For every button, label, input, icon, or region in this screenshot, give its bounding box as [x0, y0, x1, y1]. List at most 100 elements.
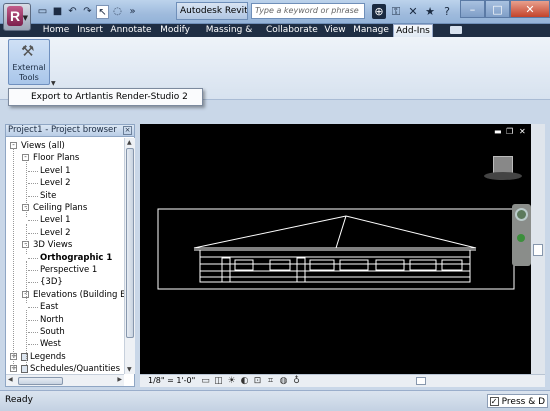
tree-item[interactable]: Legends	[30, 351, 66, 363]
tree-connector	[28, 270, 38, 271]
scroll-thumb[interactable]	[533, 244, 543, 256]
open-icon[interactable]: ▭	[36, 5, 49, 19]
tree-item[interactable]: Schedules/Quantities	[30, 363, 120, 374]
tab-add-ins[interactable]: Add-Ins	[393, 24, 433, 37]
scroll-up-icon[interactable]: ▲	[127, 139, 132, 146]
redo-icon[interactable]: ↷	[81, 5, 94, 19]
select-pointer-icon[interactable]: ↖	[96, 5, 109, 19]
favorites-icon[interactable]: ★	[423, 4, 437, 19]
sun-path-icon[interactable]: ☀	[226, 375, 237, 387]
detail-level-icon[interactable]: ▭	[200, 375, 211, 387]
tree-item[interactable]: Orthographic 1	[40, 252, 112, 264]
scroll-down-icon[interactable]: ▼	[127, 366, 132, 373]
chevron-down-icon: ▼	[22, 14, 28, 22]
steering-wheel-icon[interactable]	[515, 208, 528, 221]
ribbon-tab-bar: Home Insert Annotate Modify Massing & Si…	[0, 24, 550, 48]
tree-connector	[28, 282, 38, 284]
application-menu-button[interactable]: R ▼	[3, 3, 31, 31]
temporary-hide-icon[interactable]: ◍	[278, 375, 289, 387]
tree-item[interactable]: Level 1	[40, 165, 71, 177]
drawing-area[interactable]: ▬ ❐ ✕	[140, 124, 545, 374]
binoculars-icon[interactable]: ⊕	[372, 4, 386, 19]
communication-icon[interactable]: ✕	[406, 4, 420, 19]
minimize-button[interactable]: –	[460, 0, 485, 18]
visual-style-icon[interactable]: ◫	[213, 375, 224, 387]
tree-item[interactable]: Floor Plans	[33, 152, 79, 164]
tree-item[interactable]: Level 1	[40, 214, 71, 226]
scroll-left-icon[interactable]: ◀	[8, 376, 13, 383]
project-browser: Project1 - Project browser × - Views (all…	[5, 124, 135, 387]
more-icon[interactable]: »	[126, 5, 139, 19]
tab-view[interactable]: View	[322, 24, 348, 37]
drawing-vertical-scrollbar[interactable]	[531, 124, 545, 374]
tree-connector	[28, 332, 38, 333]
undo-icon[interactable]: ↶	[66, 5, 79, 19]
maximize-button[interactable]: □	[485, 0, 510, 18]
tree-connector	[28, 257, 38, 259]
tree-item[interactable]: Level 2	[40, 227, 71, 239]
view-scale[interactable]: 1/8" = 1'-0"	[148, 375, 195, 387]
tree-toggle-icon[interactable]: -	[22, 154, 29, 162]
tab-insert[interactable]: Insert	[74, 24, 106, 37]
tab-massing-site[interactable]: Massing & Site	[196, 24, 262, 48]
tab-annotate[interactable]: Annotate	[109, 24, 153, 37]
tree-item[interactable]: East	[40, 301, 58, 313]
crop-view-icon[interactable]: ⊡	[252, 375, 263, 387]
window-controls: – □ ✕	[460, 0, 550, 18]
zoom-icon[interactable]	[517, 234, 525, 242]
tree-connector	[28, 170, 38, 172]
tree-item[interactable]: Ceiling Plans	[33, 202, 87, 214]
reveal-hidden-icon[interactable]: ♁	[291, 375, 302, 387]
chevron-down-icon: ▼	[51, 80, 56, 87]
horizontal-scroll-thumb[interactable]	[416, 377, 426, 385]
tree-item[interactable]: South	[40, 326, 65, 338]
tree-connector	[28, 344, 38, 346]
tools-icon: ⚒	[21, 42, 35, 60]
search-input[interactable]: Type a keyword or phrase	[251, 3, 365, 19]
tree-connector	[28, 307, 38, 309]
tab-home[interactable]: Home	[40, 24, 72, 37]
viewcube-icon[interactable]	[484, 156, 522, 180]
revit-logo-icon: R	[7, 6, 23, 26]
tree-item[interactable]: Perspective 1	[40, 264, 97, 276]
close-button[interactable]: ✕	[510, 0, 550, 18]
tree-item[interactable]: Site	[40, 190, 56, 202]
measure-icon[interactable]: ◌	[111, 5, 124, 19]
show-crop-icon[interactable]: ⌗	[265, 375, 276, 387]
scroll-thumb[interactable]	[18, 377, 63, 385]
tree-item[interactable]: West	[40, 338, 61, 350]
tab-collaborate[interactable]: Collaborate	[266, 24, 318, 37]
project-browser-header: Project1 - Project browser ×	[6, 125, 134, 137]
press-drag-toggle[interactable]: ✓ Press & D	[486, 394, 548, 408]
category-icon	[21, 365, 28, 374]
infocenter-toolbar: ⊕ ⚿ ✕ ★ ?	[372, 4, 454, 19]
scroll-thumb[interactable]	[126, 148, 134, 338]
tab-manage[interactable]: Manage	[352, 24, 390, 37]
tree-item[interactable]: Views (all)	[21, 140, 65, 152]
tree-item[interactable]: 3D Views	[33, 239, 72, 251]
minimize-ribbon-icon[interactable]	[450, 26, 462, 34]
tree-item[interactable]: Elevations (Building El	[33, 289, 124, 301]
vertical-scrollbar[interactable]: ▲ ▼	[124, 138, 135, 374]
title-bar: ▭ ■ ↶ ↷ ↖ ◌ » Autodesk Revit ... Type a …	[0, 0, 550, 24]
checkbox-icon[interactable]: ✓	[489, 397, 499, 406]
help-icon[interactable]: ?	[440, 4, 454, 19]
subscription-icon[interactable]: ⚿	[389, 4, 403, 19]
browser-tree: - Views (all) - Floor Plans Level 1 Level 2 Si…	[6, 138, 124, 374]
tree-connector	[28, 319, 38, 321]
scroll-right-icon[interactable]: ▶	[117, 376, 122, 383]
tree-item[interactable]: {3D}	[40, 276, 63, 288]
quick-access-toolbar: ▭ ■ ↶ ↷ ↖ ◌ »	[36, 5, 139, 21]
external-tools-button[interactable]: ⚒ External Tools ▼	[8, 39, 56, 87]
building-elevation-drawing	[157, 208, 515, 290]
shadows-icon[interactable]: ◐	[239, 375, 250, 387]
tree-item[interactable]: Level 2	[40, 177, 71, 189]
horizontal-scrollbar[interactable]: ◀ ▶	[6, 374, 124, 386]
tree-item[interactable]: North	[40, 314, 64, 326]
save-icon[interactable]: ■	[51, 5, 64, 19]
close-icon[interactable]: ×	[123, 126, 132, 135]
tab-modify[interactable]: Modify	[157, 24, 193, 37]
navigation-bar[interactable]	[512, 204, 531, 266]
export-artlantis-menu-item[interactable]: Export to Artlantis Render-Studio 2	[8, 88, 203, 106]
view-control-bar: 1/8" = 1'-0" ▭ ◫ ☀ ◐ ⊡ ⌗ ◍ ♁	[140, 374, 545, 387]
